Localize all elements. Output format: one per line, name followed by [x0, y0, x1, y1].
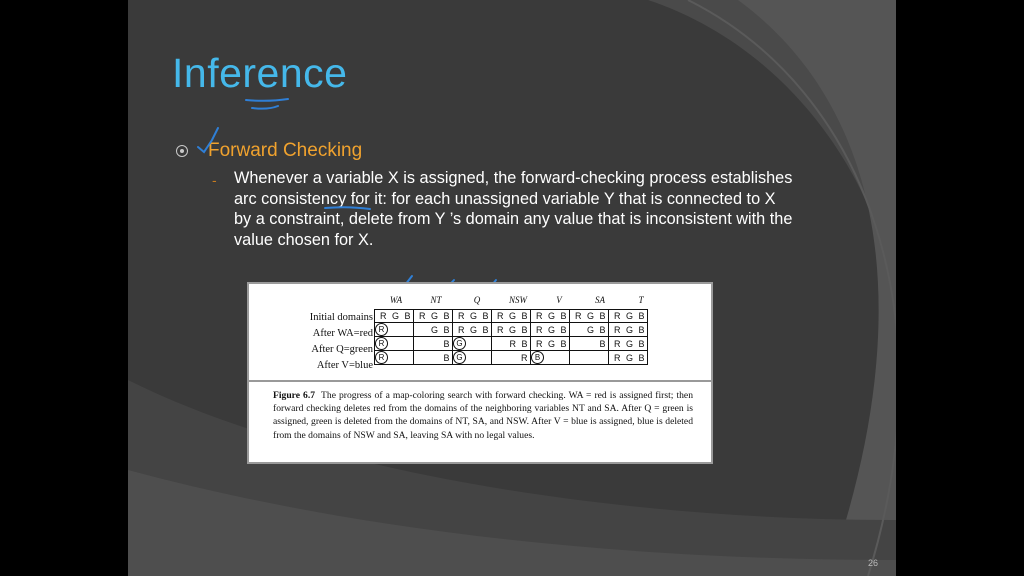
domain-cell: G — [452, 350, 492, 365]
page-number: 26 — [867, 558, 878, 568]
domain-cell: R G B — [569, 309, 609, 323]
domain-cell: R — [374, 322, 414, 337]
domain-cell: R G B — [608, 322, 648, 337]
domain-table: R G BR G BR G BR G BR G BR G BR G BRG BR… — [374, 309, 648, 365]
column-header: V — [556, 295, 562, 305]
assigned-value-circle: R — [375, 351, 388, 364]
domain-cell: R — [374, 336, 414, 351]
row-label: After WA=red — [312, 328, 373, 339]
assigned-value-circle: G — [453, 351, 466, 364]
figure-caption: Figure 6.7 The progress of a map-coloring… — [273, 389, 693, 442]
assigned-value-circle: G — [453, 337, 466, 350]
domain-cell — [569, 350, 609, 365]
column-header: WA — [389, 295, 403, 305]
domain-cell: R G B — [608, 350, 648, 365]
sub-bullet-dash: - — [212, 172, 217, 188]
radio-bullet-icon — [176, 145, 188, 157]
domain-cell: R G B — [374, 309, 414, 323]
domain-cell: R G B — [452, 322, 492, 337]
assigned-value-circle: R — [375, 323, 388, 336]
domain-cell: R G B — [530, 322, 570, 337]
column-header: SA — [595, 295, 605, 305]
assigned-value-circle: B — [531, 351, 544, 364]
table-row: RG BR G BR G BR G BG BR G B — [374, 322, 648, 337]
bullet-heading: Forward Checking — [208, 140, 363, 161]
domain-cell: B — [530, 350, 570, 365]
column-header: T — [638, 295, 644, 305]
domain-cell: R G B — [608, 309, 648, 323]
domain-cell: R G B — [608, 336, 648, 351]
domain-cell: R — [491, 350, 531, 365]
table-row: RBGRBR G B — [374, 350, 648, 365]
caption-label: Figure 6.7 — [273, 390, 316, 401]
column-header: NT — [430, 295, 442, 305]
row-label: After V=blue — [316, 360, 373, 371]
slide: Inference Forward Checking - Whenever a … — [128, 0, 896, 576]
domain-cell: R — [374, 350, 414, 365]
slide-title: Inference — [172, 50, 348, 96]
assigned-value-circle: R — [375, 337, 388, 350]
domain-cell: B — [569, 336, 609, 351]
row-label: Initial domains — [309, 312, 373, 323]
domain-cell: G B — [413, 322, 453, 337]
domain-cell: R G B — [530, 309, 570, 323]
table-row: R G BR G BR G BR G BR G BR G BR G B — [374, 309, 648, 323]
domain-cell: G B — [569, 322, 609, 337]
column-header: Q — [473, 295, 481, 305]
figure-6-7: WA NT Q NSW V SA T Initial domains After… — [247, 282, 713, 464]
bullet-body-text: Whenever a variable X is assigned, the f… — [234, 169, 793, 249]
domain-cell: G — [452, 336, 492, 351]
domain-cell: R G B — [413, 309, 453, 323]
domain-cell: B — [413, 350, 453, 365]
column-header: NSW — [509, 295, 527, 305]
figure-divider — [249, 380, 711, 382]
table-row: RBGR BR G BBR G B — [374, 336, 648, 351]
domain-cell: R G B — [491, 322, 531, 337]
domain-cell: R G B — [452, 309, 492, 323]
domain-cell: R B — [491, 336, 531, 351]
domain-cell: R G B — [491, 309, 531, 323]
domain-cell: R G B — [530, 336, 570, 351]
row-label: After Q=green — [311, 344, 373, 355]
domain-cell: B — [413, 336, 453, 351]
caption-text: The progress of a map-coloring search wi… — [273, 390, 693, 441]
bullet-forward-checking: Forward Checking — [176, 140, 362, 162]
